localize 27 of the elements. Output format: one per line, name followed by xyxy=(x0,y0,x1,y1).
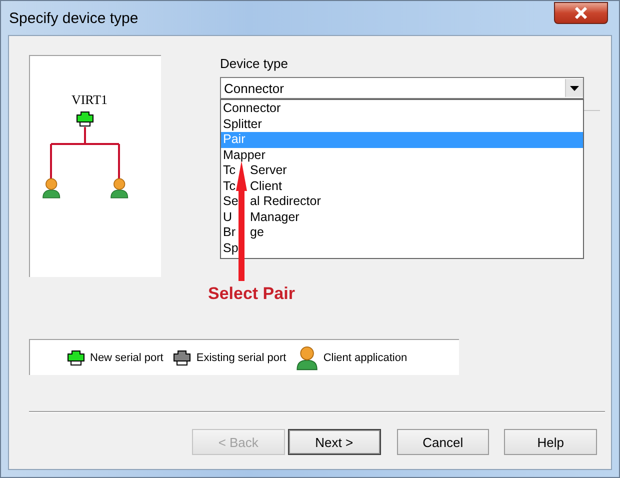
serial-port-icon xyxy=(67,350,85,366)
person-icon xyxy=(42,178,60,198)
field-label: Device type xyxy=(220,56,289,71)
close-icon xyxy=(574,7,588,19)
option-text-fragment: Manager xyxy=(250,210,300,225)
dialog-button[interactable]: Help xyxy=(504,429,597,455)
serial-port-icon xyxy=(173,350,192,366)
option-text-fragment: Server xyxy=(250,163,287,178)
close-button[interactable] xyxy=(554,2,608,24)
legend-label: Client application xyxy=(323,352,408,364)
node-label: VIRT1 xyxy=(71,92,108,108)
dropdown-option[interactable]: Mapper xyxy=(221,148,583,163)
annotation-text: Select Pair xyxy=(208,284,295,304)
window-title: Specify device type xyxy=(9,10,138,26)
option-text-fragment: al Redirector xyxy=(250,194,321,210)
connector-line xyxy=(50,126,120,180)
caret-icon xyxy=(570,86,579,90)
device-type-dropdown[interactable]: Connector xyxy=(220,77,584,99)
dialog-button[interactable]: Cancel xyxy=(396,429,490,455)
option-text-fragment: ge xyxy=(250,225,264,240)
legend-label: Existing serial port xyxy=(196,352,286,364)
option-text-fragment: Client xyxy=(250,178,282,194)
person-icon xyxy=(296,344,318,370)
dialog-button[interactable]: Next > xyxy=(288,429,380,455)
person-icon xyxy=(110,178,128,198)
legend-label: New serial port xyxy=(90,352,164,364)
serial-port-icon xyxy=(76,112,93,126)
